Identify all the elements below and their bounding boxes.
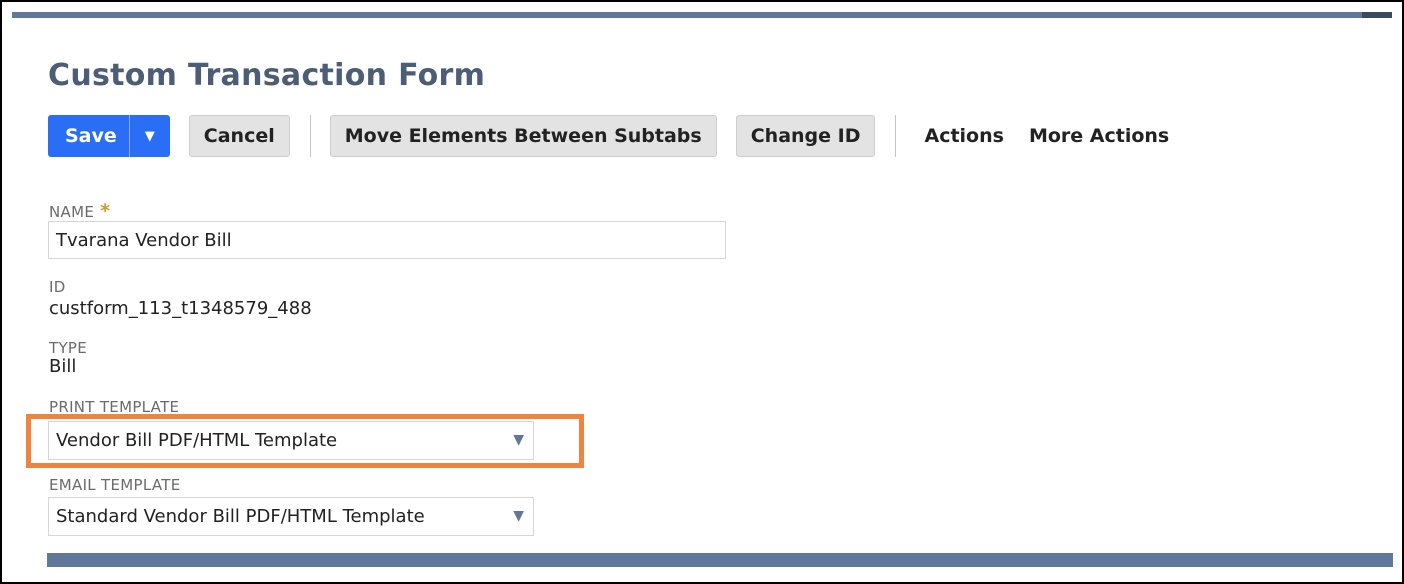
name-input[interactable]: Tvarana Vendor Bill: [48, 221, 726, 259]
toolbar-divider: [895, 115, 897, 157]
type-label: TYPE: [49, 339, 88, 357]
email-template-select[interactable]: Standard Vendor Bill PDF/HTML Template ▼: [48, 497, 534, 536]
form-frame: Custom Transaction Form Save ▼ Cancel Mo…: [0, 0, 1404, 584]
toolbar-divider: [309, 115, 311, 157]
email-template-value: Standard Vendor Bill PDF/HTML Template: [56, 506, 425, 527]
page-title: Custom Transaction Form: [48, 58, 486, 93]
save-button[interactable]: Save: [48, 115, 130, 157]
name-label: NAME *: [49, 200, 110, 222]
name-label-text: NAME: [49, 203, 95, 221]
id-label: ID: [49, 278, 66, 296]
actions-menu[interactable]: Actions: [924, 125, 1003, 147]
type-value: Bill: [49, 356, 77, 377]
id-value: custform_113_t1348579_488: [49, 298, 312, 319]
caret-down-icon: ▼: [144, 128, 155, 144]
save-button-group: Save ▼: [48, 115, 170, 157]
email-template-label: EMAIL TEMPLATE: [49, 476, 181, 494]
footer-bar: [47, 553, 1393, 567]
more-actions-menu[interactable]: More Actions: [1029, 125, 1169, 147]
cancel-button[interactable]: Cancel: [188, 115, 290, 157]
move-elements-button[interactable]: Move Elements Between Subtabs: [329, 115, 717, 157]
header-bar: [12, 12, 1362, 18]
toolbar: Save ▼ Cancel Move Elements Between Subt…: [48, 114, 1169, 158]
required-marker-icon: *: [100, 200, 111, 222]
save-dropdown-button[interactable]: ▼: [130, 115, 170, 157]
header-bar-end: [1362, 12, 1392, 18]
change-id-button[interactable]: Change ID: [735, 115, 876, 157]
dropdown-caret-icon: ▼: [513, 508, 524, 524]
highlight-box: [26, 414, 584, 468]
